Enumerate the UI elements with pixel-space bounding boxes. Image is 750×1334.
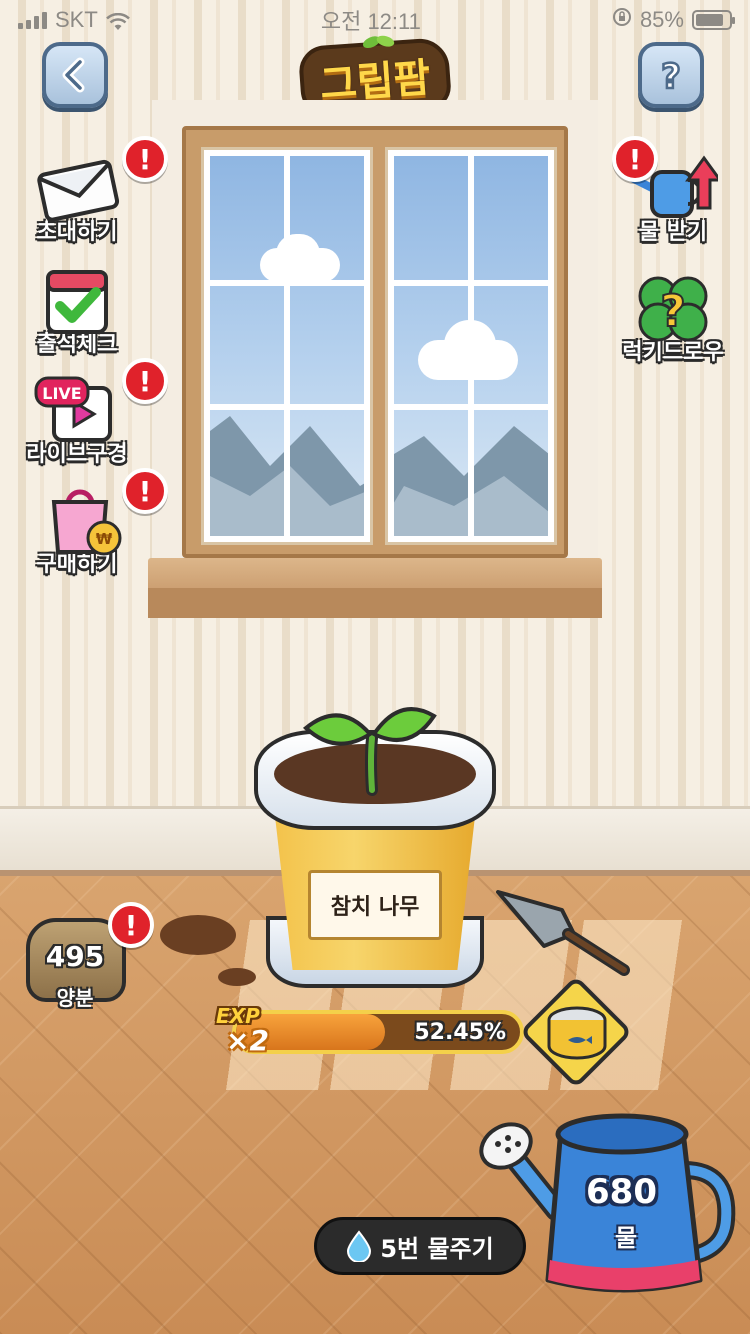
- plant-pot[interactable]: 참치 나무: [250, 690, 500, 1000]
- nutrient-count: 495: [45, 940, 105, 973]
- shopping-bag-icon: ₩: [51, 489, 122, 556]
- dirt-pile: [160, 915, 236, 955]
- tuna-can-icon: [547, 1006, 607, 1060]
- pot-name: 참치 나무: [330, 895, 420, 920]
- help-button[interactable]: ?: [638, 42, 704, 108]
- battery-icon: [691, 10, 735, 30]
- battery-percent: 85%: [639, 7, 684, 32]
- svg-text:₩: ₩: [96, 530, 113, 548]
- carrier-name: SKT: [55, 7, 98, 32]
- invite-button[interactable]: ! 초대하기: [12, 136, 168, 246]
- lucky-clover-icon: ?: [638, 276, 708, 342]
- envelope-icon: [37, 159, 120, 222]
- live-tag: LIVE: [42, 384, 81, 403]
- nutrient-label: 양분: [56, 986, 94, 1010]
- alert-badge: !: [108, 902, 154, 948]
- back-button[interactable]: [42, 42, 108, 108]
- exp-percent: 52.45%: [414, 1020, 506, 1045]
- orientation-lock-icon: [612, 7, 632, 33]
- svg-text:?: ?: [660, 286, 686, 337]
- water-plant-label: 5번 물주기: [380, 1234, 494, 1263]
- lucky-draw-button[interactable]: ? 럭키드로우: [608, 270, 738, 366]
- chevron-left-icon: [62, 57, 85, 93]
- trowel-icon: [496, 890, 630, 976]
- pot-name-tag: 참치 나무: [308, 870, 442, 940]
- water-count: 680: [586, 1172, 657, 1212]
- calendar-check-icon: [46, 270, 108, 334]
- window: [148, 100, 602, 620]
- water-label: 물: [614, 1224, 638, 1252]
- svg-text:?: ?: [661, 57, 681, 95]
- nutrient-bag[interactable]: 495 양분 !: [22, 902, 154, 1020]
- exp-multiplier-badge: EXP ×2: [212, 1004, 276, 1057]
- wifi-icon: [105, 11, 130, 30]
- water-drop-icon: [347, 1230, 372, 1262]
- sprout-icon: [302, 707, 437, 796]
- leaf-icon: [363, 35, 395, 49]
- live-watch-button[interactable]: LIVE ! 라이브구경: [12, 358, 168, 468]
- signal-icon: [18, 11, 47, 29]
- attendance-button[interactable]: 출석체크: [12, 262, 142, 358]
- live-play-icon: LIVE: [34, 376, 112, 442]
- alert-badge: !: [612, 136, 658, 182]
- alert-badge: !: [122, 468, 168, 514]
- purchase-button[interactable]: ₩ ! 구매하기: [12, 468, 168, 578]
- alert-badge: !: [122, 358, 168, 404]
- get-water-button[interactable]: ! 물 받기: [608, 136, 738, 246]
- exp-multiplier: ×2: [226, 1024, 269, 1057]
- question-mark-icon: ?: [660, 56, 682, 95]
- alert-badge: !: [122, 136, 168, 182]
